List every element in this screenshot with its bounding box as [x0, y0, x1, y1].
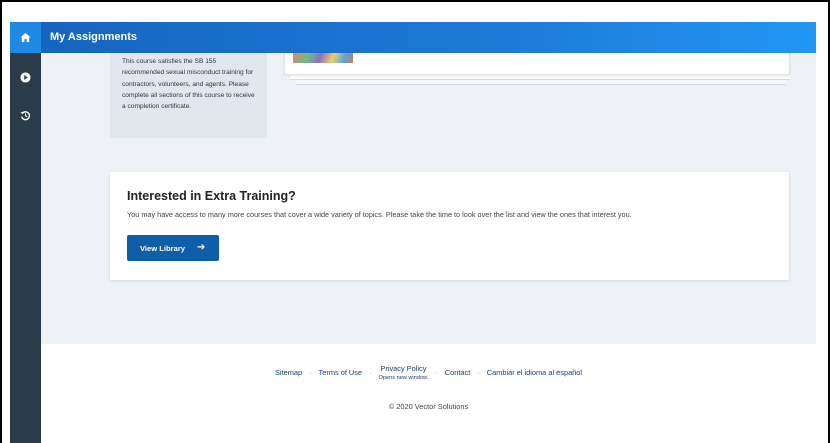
footer-separator: ·: [369, 368, 372, 377]
extra-training-card: Interested in Extra Training? You may ha…: [110, 172, 789, 280]
footer-links: Sitemap · Terms of Use · Privacy Policy …: [41, 364, 816, 381]
stacked-card-shadow: [290, 75, 790, 80]
history-icon: [20, 111, 31, 121]
view-library-label: View Library: [140, 243, 186, 253]
right-margin: [816, 22, 828, 443]
footer-link-contact[interactable]: Contact: [445, 364, 470, 377]
course-card[interactable]: [284, 53, 790, 75]
extra-training-description: You may have access to many more courses…: [127, 210, 632, 219]
footer: Sitemap · Terms of Use · Privacy Policy …: [41, 344, 816, 424]
course-card-stack: [284, 53, 790, 87]
footer-link-privacy[interactable]: Privacy Policy Opens new window.: [379, 364, 429, 381]
footer-link-terms[interactable]: Terms of Use: [319, 364, 363, 377]
extra-training-title: Interested in Extra Training?: [127, 189, 296, 203]
footer-separator: ·: [477, 368, 480, 377]
main-content: This course satisfies the SB 155 recomme…: [41, 53, 816, 344]
nav-play[interactable]: [10, 62, 41, 93]
top-bar: My Assignments: [41, 22, 816, 53]
course-description: This course satisfies the SB 155 recomme…: [122, 58, 255, 111]
copyright: © 2020 Vector Solutions: [388, 402, 469, 411]
course-info-card: This course satisfies the SB 155 recomme…: [110, 53, 267, 138]
nav-home[interactable]: [10, 22, 41, 53]
left-nav-rail: [10, 22, 41, 443]
footer-link-spanish[interactable]: Cambiar el idioma al español: [487, 364, 582, 377]
footer-separator: ·: [435, 368, 438, 377]
arrow-right-icon: ➔: [197, 242, 206, 253]
page-title: My Assignments: [50, 31, 138, 43]
footer-link-sitemap[interactable]: Sitemap: [275, 364, 302, 377]
footer-separator: ·: [309, 368, 312, 377]
home-icon: [20, 32, 31, 43]
privacy-new-window-note: Opens new window.: [378, 375, 429, 381]
view-library-button[interactable]: View Library ➔: [127, 235, 219, 261]
privacy-label: Privacy Policy: [380, 364, 427, 373]
course-thumbnail: [293, 53, 353, 63]
nav-history[interactable]: [10, 100, 41, 131]
play-circle-icon: [20, 72, 31, 83]
